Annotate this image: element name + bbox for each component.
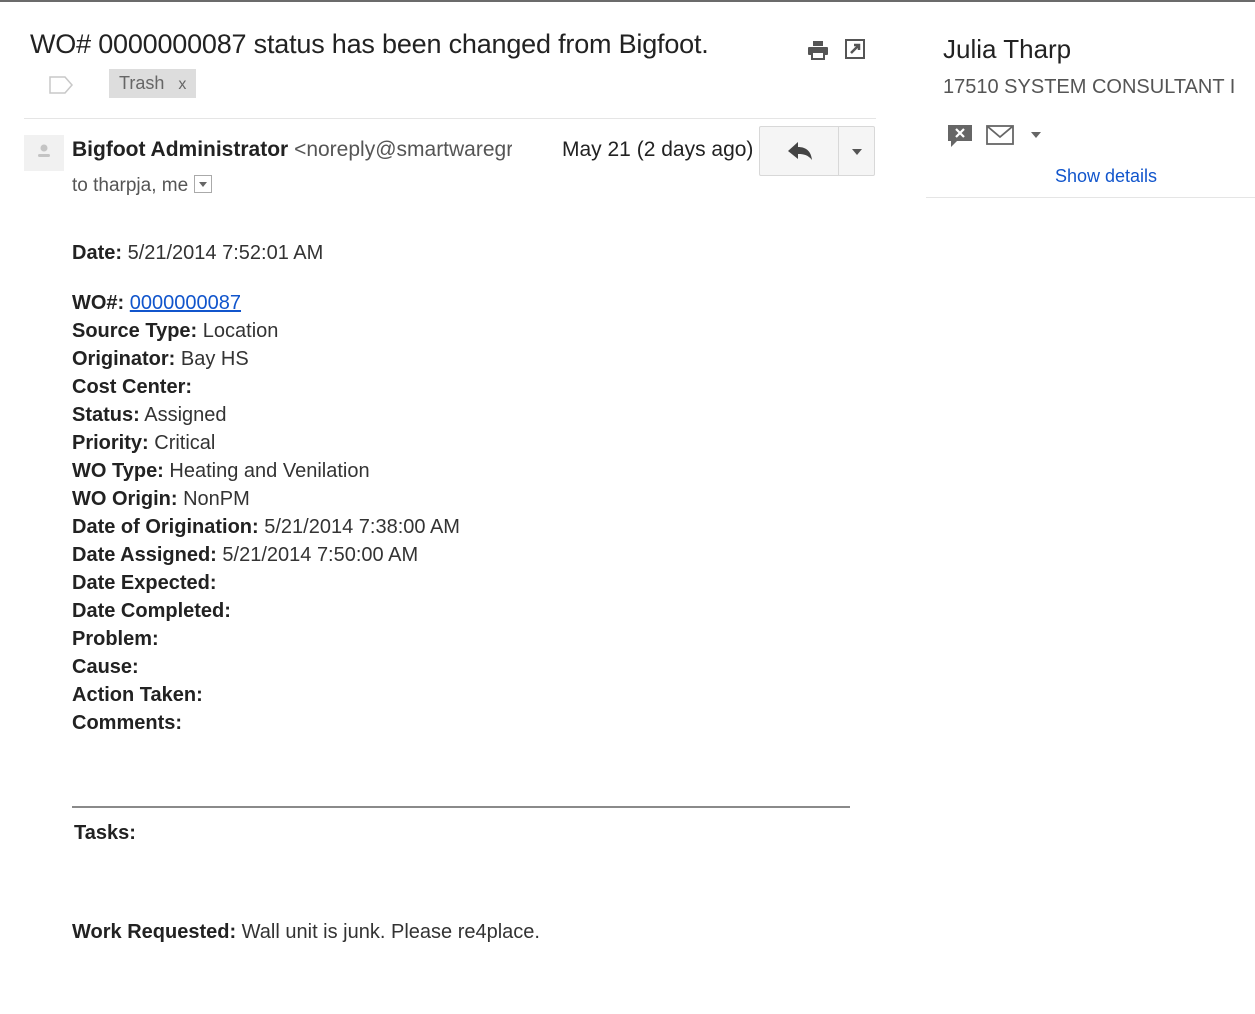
field-label: Comments:: [72, 712, 183, 734]
field-label: Priority:: [72, 432, 149, 454]
message-body: Date: 5/21/2014 7:52:01 AM WO#: 00000000…: [72, 240, 852, 738]
field-label: Cost Center:: [72, 376, 193, 398]
remove-label-button[interactable]: x: [178, 76, 186, 93]
mail-icon[interactable]: [986, 125, 1014, 145]
field-label: Date Expected:: [72, 572, 217, 594]
field-value: Wall unit is junk. Please re4place.: [241, 921, 540, 943]
contact-name: Julia Tharp: [943, 34, 1072, 64]
person-icon: [38, 144, 50, 157]
chevron-down-icon[interactable]: [1029, 129, 1043, 141]
avatar: [24, 135, 64, 171]
field-value: Critical: [154, 432, 216, 454]
label-tag-icon[interactable]: [49, 76, 73, 94]
tasks-label: Tasks:: [74, 822, 136, 844]
field-value: Location: [202, 320, 279, 342]
field-row: Date Expected:: [72, 570, 852, 598]
field-label: Status:: [72, 404, 140, 426]
field-label: Work Requested:: [72, 921, 237, 943]
chat-icon[interactable]: [947, 124, 973, 148]
field-label: Action Taken:: [72, 684, 203, 706]
field-value: 5/21/2014 7:50:00 AM: [222, 544, 419, 566]
field-label: Source Type:: [72, 320, 198, 342]
field-label: Originator:: [72, 348, 176, 370]
field-value: 5/21/2014 7:38:00 AM: [264, 516, 460, 538]
field-label: Date:: [72, 242, 123, 264]
new-window-icon[interactable]: [845, 39, 865, 59]
chevron-down-icon: [199, 181, 208, 187]
field-row: WO Type: Heating and Venilation: [72, 458, 852, 486]
field-label: WO Origin:: [72, 488, 178, 510]
work-requested: Work Requested: Wall unit is junk. Pleas…: [72, 921, 540, 944]
body-divider: [72, 806, 850, 808]
field-label: WO Type:: [72, 460, 164, 482]
field-row: WO#: 0000000087: [72, 290, 852, 318]
field-value: Heating and Venilation: [169, 460, 370, 482]
field-row: Problem:: [72, 626, 852, 654]
recipients: to tharpja, me: [72, 174, 213, 197]
field-value: Assigned: [144, 404, 227, 426]
label-chip-text: Trash: [119, 73, 165, 93]
sender-email: <noreply@smartwaregrc: [294, 138, 512, 161]
field-value: NonPM: [183, 488, 250, 510]
field-row: WO Origin: NonPM: [72, 486, 852, 514]
field-label: WO#:: [72, 292, 125, 314]
field-label: Date Completed:: [72, 600, 231, 622]
field-row: Date of Origination: 5/21/2014 7:38:00 A…: [72, 514, 852, 542]
field-row: Date Assigned: 5/21/2014 7:50:00 AM: [72, 542, 852, 570]
field-value: 5/21/2014 7:52:01 AM: [127, 242, 324, 264]
header-divider: [24, 118, 876, 119]
print-icon[interactable]: [807, 40, 829, 60]
reply-button[interactable]: [759, 126, 839, 176]
wo-number-link[interactable]: 0000000087: [130, 292, 241, 314]
field-row: Cost Center:: [72, 374, 852, 402]
field-row: Originator: Bay HS: [72, 346, 852, 374]
reply-icon: [788, 142, 812, 160]
field-label: Date Assigned:: [72, 544, 217, 566]
field-value: Bay HS: [180, 348, 249, 370]
sender-name[interactable]: Bigfoot Administrator: [72, 138, 288, 161]
side-panel-divider: [926, 197, 1255, 198]
field-label: Date of Origination:: [72, 516, 259, 538]
chevron-down-icon: [852, 149, 862, 155]
field-label: Problem:: [72, 628, 159, 650]
field-label: Cause:: [72, 656, 139, 678]
field-row: Source Type: Location: [72, 318, 852, 346]
date-line: Date: 5/21/2014 7:52:01 AM: [72, 240, 852, 268]
field-row: Priority: Critical: [72, 430, 852, 458]
field-list: WO#: 0000000087 Source Type: Location Or…: [72, 290, 852, 738]
field-row: Comments:: [72, 710, 852, 738]
show-recipients-dropdown[interactable]: [194, 174, 213, 193]
recipients-text: to tharpja, me: [72, 175, 189, 196]
more-actions-button[interactable]: [838, 126, 875, 176]
contact-title: 17510 SYSTEM CONSULTANT I: [943, 76, 1236, 98]
label-chip-trash: Trash x: [109, 69, 197, 98]
field-row: Date Completed:: [72, 598, 852, 626]
show-details-link[interactable]: Show details: [1055, 166, 1157, 187]
message-subject: WO# 0000000087 status has been changed f…: [30, 29, 709, 59]
top-border: [0, 0, 1255, 2]
sender[interactable]: Bigfoot Administrator <noreply@smartware…: [72, 138, 512, 162]
field-row: Status: Assigned: [72, 402, 852, 430]
field-row: Cause:: [72, 654, 852, 682]
field-row: Action Taken:: [72, 682, 852, 710]
message-date: May 21 (2 days ago): [562, 138, 754, 161]
